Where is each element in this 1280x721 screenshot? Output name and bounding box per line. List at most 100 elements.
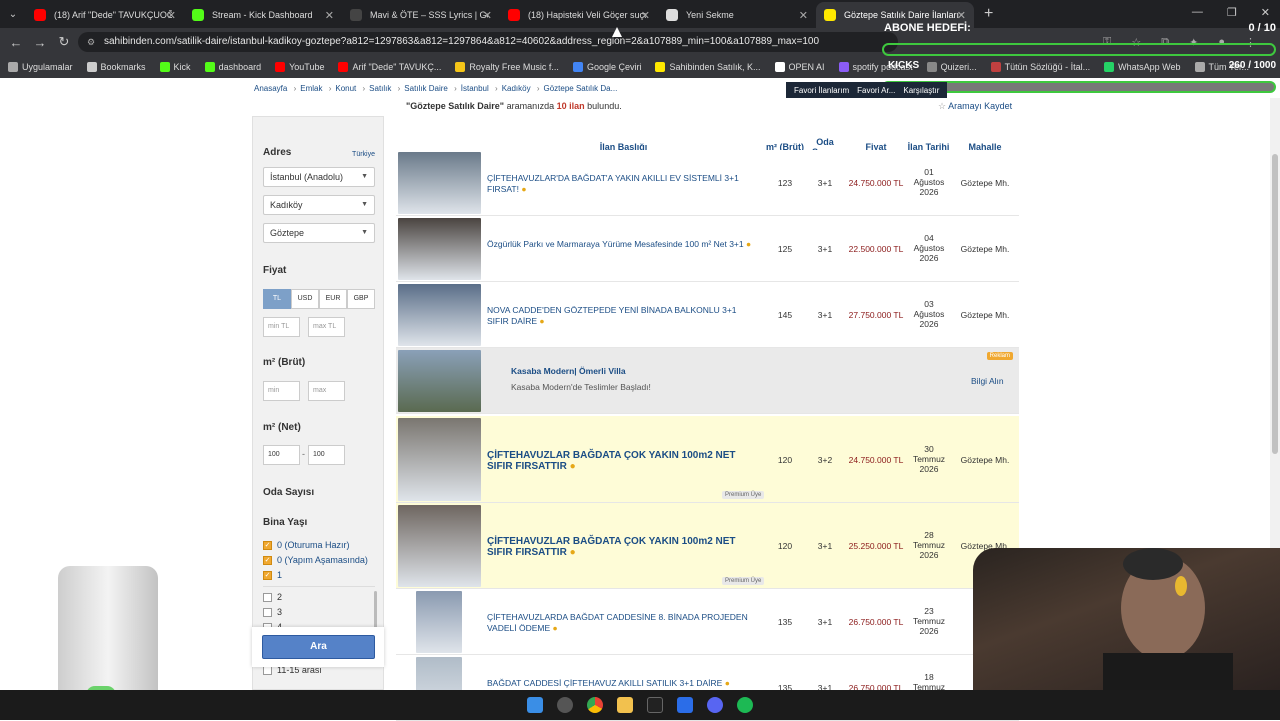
scrollbar-thumb[interactable] <box>1272 154 1278 454</box>
bookmark-item[interactable]: Sahibinden Satılık, K... <box>655 62 761 72</box>
table-row[interactable]: ÇİFTEHAVUZLAR BAĞDATA ÇOK YAKIN 100m2 NE… <box>396 503 1019 589</box>
browser-tab[interactable]: (18) Arif "Dede" TAVUKÇUOĞLU✕ <box>26 2 184 28</box>
breadcrumb-item[interactable]: Emlak <box>300 84 331 96</box>
listing-title-link[interactable]: ÇİFTEHAVUZLAR BAĞDATA ÇOK YAKIN 100m2 NE… <box>487 450 759 472</box>
bookmark-item[interactable]: Arif "Dede" TAVUKÇ... <box>338 62 441 72</box>
close-tab-icon[interactable]: ✕ <box>641 9 650 22</box>
save-search-link[interactable]: ☆ Aramayı Kaydet <box>938 101 1012 112</box>
listing-thumbnail[interactable] <box>398 505 481 587</box>
favorites-link[interactable]: Favori Ar... <box>857 86 895 95</box>
url-input[interactable]: ⚙ sahibinden.com/satilik-daire/istanbul-… <box>78 32 898 52</box>
breadcrumb-item[interactable]: Satılık <box>369 84 400 96</box>
ad-cta-link[interactable]: Bilgi Alın <box>971 376 1004 386</box>
listing-thumbnail[interactable] <box>398 152 481 214</box>
listing-title-link[interactable]: ÇİFTEHAVUZLAR'DA BAĞDAT'A YAKIN AKILLI E… <box>487 173 759 195</box>
breadcrumb-item[interactable]: Konut <box>335 84 365 96</box>
ad-row[interactable]: Kasaba Modern| Ömerli Villa Kasaba Modern… <box>396 348 1019 414</box>
bookmark-item[interactable]: Kick <box>159 62 191 72</box>
maximize-icon[interactable]: ❐ <box>1227 6 1237 19</box>
table-row[interactable]: Özgürlük Parkı ve Marmaraya Yürüme Mesaf… <box>396 216 1019 282</box>
table-row[interactable]: NOVA CADDE'DEN GÖZTEPEDE YENİ BİNADA BAL… <box>396 282 1019 348</box>
close-tab-icon[interactable]: ✕ <box>483 9 492 22</box>
discord-icon[interactable] <box>707 697 723 713</box>
bookmark-item[interactable]: Tütün Sözlüğü - İtal... <box>990 62 1090 72</box>
table-row[interactable]: ÇİFTEHAVUZLAR'DA BAĞDAT'A YAKIN AKILLI E… <box>396 150 1019 216</box>
bookmark-item[interactable]: Quizeri... <box>926 62 977 72</box>
age-checkbox-3[interactable]: 3 <box>263 607 282 617</box>
net-m2-min-input[interactable]: 100 <box>263 445 300 465</box>
reload-icon[interactable]: ↻ <box>52 34 76 50</box>
breadcrumb-item[interactable]: İstanbul <box>461 84 498 96</box>
bookmark-item[interactable]: OPEN AI <box>774 62 825 72</box>
thumbs-up-icon: ● <box>537 316 545 326</box>
ad-thumbnail[interactable] <box>398 350 481 412</box>
net-m2-max-input[interactable]: 100 <box>308 445 345 465</box>
table-row[interactable]: ÇİFTEHAVUZLAR BAĞDATA ÇOK YAKIN 100m2 NE… <box>396 416 1019 503</box>
age-checkbox-1[interactable]: ✓ 1 <box>263 570 282 580</box>
site-info-icon[interactable]: ⚙ <box>87 32 95 52</box>
app2-icon[interactable] <box>677 697 693 713</box>
breadcrumb-item[interactable]: Kadıköy <box>502 84 540 96</box>
bookmark-item[interactable]: dashboard <box>204 62 261 72</box>
chrome-icon[interactable] <box>587 697 603 713</box>
listing-thumbnail[interactable] <box>398 418 481 501</box>
ad-title[interactable]: Kasaba Modern| Ömerli Villa <box>511 366 783 377</box>
start-icon[interactable] <box>527 697 543 713</box>
new-tab-button[interactable]: + <box>984 5 993 23</box>
favorites-link[interactable]: Favori İlanlarım <box>794 86 849 95</box>
gross-m2-min-input[interactable]: min <box>263 381 300 401</box>
search-button[interactable]: Ara <box>262 635 375 659</box>
min-price-input[interactable]: min TL <box>263 317 300 337</box>
currency-usd-button[interactable]: USD <box>291 289 319 309</box>
bookmark-item[interactable]: WhatsApp Web <box>1104 62 1181 72</box>
listing-title-link[interactable]: Özgürlük Parkı ve Marmaraya Yürüme Mesaf… <box>487 239 759 250</box>
district-select[interactable]: Kadıköy ▼ <box>263 195 375 215</box>
bookmark-item[interactable]: Bookmarks <box>86 62 146 72</box>
listing-title-link[interactable]: NOVA CADDE'DEN GÖZTEPEDE YENİ BİNADA BAL… <box>487 305 759 327</box>
breadcrumb-item[interactable]: Göztepe Satılık Da... <box>543 84 621 96</box>
currency-eur-button[interactable]: EUR <box>319 289 347 309</box>
app-icon[interactable] <box>557 697 573 713</box>
bookmark-item[interactable]: Uygulamalar <box>8 62 73 72</box>
folder-icon[interactable] <box>617 697 633 713</box>
obs-icon[interactable] <box>647 697 663 713</box>
age-checkbox-2[interactable]: 2 <box>263 592 282 602</box>
browser-tab[interactable]: (18) Hapisteki Veli Göçer suçu b ✕ <box>500 2 658 28</box>
tab-search-icon[interactable]: ⌄ <box>0 0 26 28</box>
province-select[interactable]: İstanbul (Anadolu) ▼ <box>263 167 375 187</box>
country-link[interactable]: Türkiye <box>352 151 375 158</box>
currency-gbp-button[interactable]: GBP <box>347 289 375 309</box>
close-window-icon[interactable]: ✕ <box>1261 6 1270 19</box>
minimize-icon[interactable]: — <box>1192 6 1203 19</box>
bookmark-item[interactable]: YouTube <box>275 62 324 72</box>
bookmark-item[interactable]: Google Çeviri <box>572 62 641 72</box>
age-checkbox-0-ready[interactable]: ✓ 0 (Oturuma Hazır) <box>263 540 350 550</box>
browser-tab[interactable]: Mavi & ÖTE – SSS Lyrics | Geniu✕ <box>342 2 500 28</box>
listing-title-link[interactable]: ÇİFTEHAVUZLARDA BAĞDAT CADDESİNE 8. BİNA… <box>487 612 759 634</box>
back-icon[interactable]: ← <box>4 35 28 50</box>
spotify-icon[interactable] <box>737 697 753 713</box>
listing-title-link[interactable]: BAĞDAT CADDESİ ÇİFTEHAVUZ AKILLI SATILIK… <box>487 678 759 689</box>
close-tab-icon[interactable]: ✕ <box>167 9 176 22</box>
gross-m2-max-input[interactable]: max <box>308 381 345 401</box>
max-price-input[interactable]: max TL <box>308 317 345 337</box>
forward-icon[interactable]: → <box>28 35 52 50</box>
listing-title-link[interactable]: ÇİFTEHAVUZLAR BAĞDATA ÇOK YAKIN 100m2 NE… <box>487 536 759 558</box>
table-row[interactable]: ÇİFTEHAVUZLARDA BAĞDAT CADDESİNE 8. BİNA… <box>396 589 1019 655</box>
listing-thumbnail[interactable] <box>398 284 481 346</box>
bookmark-icon <box>338 62 349 72</box>
age-checkbox-0-construction[interactable]: ✓ 0 (Yapım Aşamasında) <box>263 555 368 565</box>
close-tab-icon[interactable]: ✕ <box>957 9 966 22</box>
browser-tab[interactable]: Yeni Sekme ✕ <box>658 2 816 28</box>
bookmark-item[interactable]: Royalty Free Music f... <box>455 62 559 72</box>
close-tab-icon[interactable]: ✕ <box>799 9 808 22</box>
close-tab-icon[interactable]: ✕ <box>325 9 334 22</box>
favorites-link[interactable]: Karşılaştır <box>903 86 939 95</box>
listing-thumbnail[interactable] <box>398 218 481 280</box>
breadcrumb-item[interactable]: Satılık Daire <box>404 84 456 96</box>
browser-tab[interactable]: Stream - Kick Dashboard ✕ <box>184 2 342 28</box>
breadcrumb-item[interactable]: Anasayfa <box>254 84 296 96</box>
listing-thumbnail[interactable] <box>416 591 462 653</box>
currency-tl-button[interactable]: TL <box>263 289 291 309</box>
neighborhood-select[interactable]: Göztepe ▼ <box>263 223 375 243</box>
